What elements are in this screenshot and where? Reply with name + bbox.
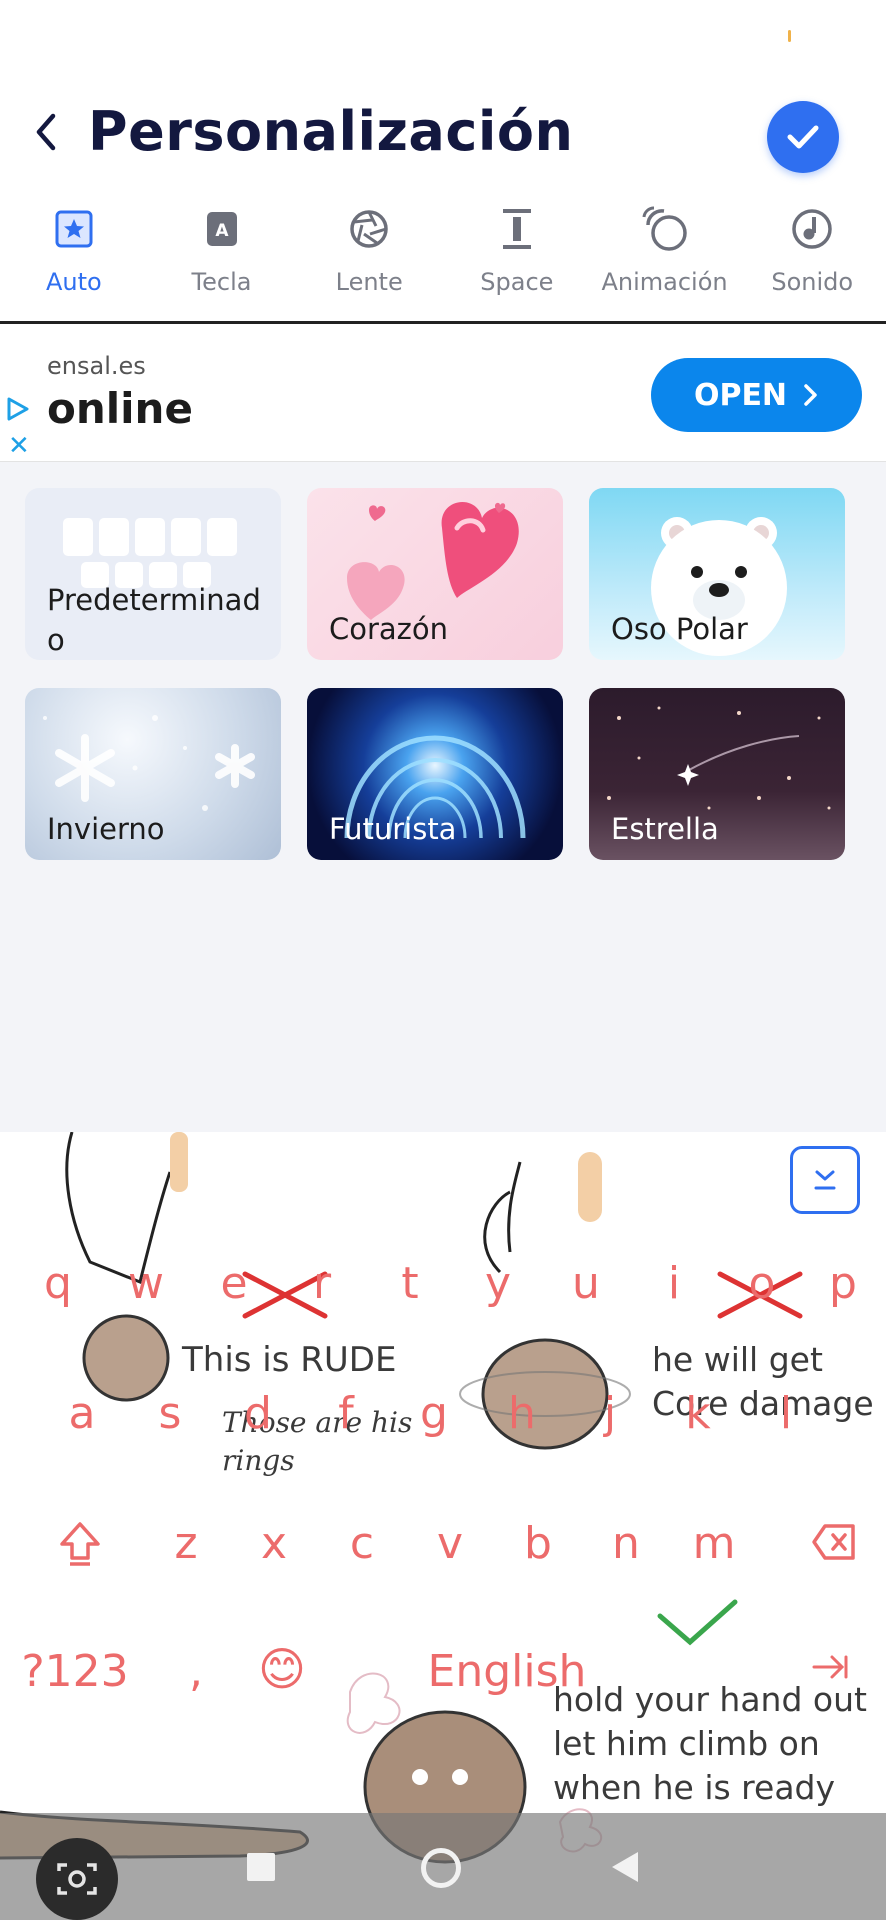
key-o[interactable]: o [732,1262,792,1306]
doodle-caption: This is RUDE [182,1340,397,1380]
enter-key[interactable] [800,1648,860,1692]
screenshot-button[interactable] [36,1838,118,1920]
key-r[interactable]: r [292,1262,352,1306]
theme-grid: Predeterminad o Corazón Oso Polar Invier… [0,462,886,1132]
theme-name: Predeterminad o [47,583,261,657]
key-p[interactable]: p [818,1262,868,1306]
tab-animacion[interactable]: Animación [591,196,739,321]
key-y[interactable]: y [468,1262,528,1306]
bubbles-icon [640,204,690,254]
key-h[interactable]: h [492,1392,552,1436]
key-q[interactable]: q [28,1262,88,1306]
ad-open-label: OPEN [693,377,788,413]
space-key[interactable]: English [400,1650,614,1694]
key-m[interactable]: m [684,1522,744,1566]
svg-text:A: A [215,221,229,241]
nav-back-button[interactable] [610,1850,640,1889]
key-t[interactable]: t [380,1262,440,1306]
tab-tecla[interactable]: A Tecla [148,196,296,321]
star-square-icon [49,204,99,254]
key-i[interactable]: i [644,1262,704,1306]
shift-icon [60,1522,100,1566]
theme-card-default[interactable]: Predeterminad o [25,488,281,660]
key-j[interactable]: j [580,1392,640,1436]
ad-title: online [47,384,193,433]
status-indicator [788,30,791,42]
tab-sonido[interactable]: Sonido [738,196,886,321]
theme-card-winter[interactable]: Invierno [25,688,281,860]
key-n[interactable]: n [596,1522,656,1566]
key-f[interactable]: f [316,1392,376,1436]
tab-label: Lente [335,268,403,296]
chevron-down-icon [814,1170,836,1190]
customization-tabs: Auto A Tecla Lente Space Animación Sonid… [0,196,886,324]
triangle-back-icon [612,1852,638,1882]
key-b[interactable]: b [508,1522,568,1566]
nav-home-button[interactable] [421,1848,461,1888]
key-a[interactable]: a [52,1392,112,1436]
nav-recents-button[interactable] [247,1853,275,1881]
confirm-button[interactable] [767,101,839,173]
key-letter-icon: A [197,204,247,254]
tab-label: Space [480,268,554,296]
theme-name: Invierno [47,812,165,846]
symbols-key[interactable]: ?123 [20,1650,130,1694]
header: Personalización [0,70,886,190]
close-icon[interactable]: ✕ [8,432,30,458]
ad-open-button[interactable]: OPEN [651,358,862,432]
key-v[interactable]: v [420,1522,480,1566]
backspace-key[interactable] [804,1522,864,1570]
collapse-keyboard-button[interactable] [790,1146,860,1214]
tab-label: Animación [601,268,728,296]
comma-key[interactable]: , [166,1650,226,1694]
theme-name: Estrella [611,812,719,846]
tab-label: Auto [45,268,102,296]
key-d[interactable]: d [228,1392,288,1436]
emoji-key[interactable]: 😊 [252,1646,312,1692]
ad-banner[interactable]: ✕ ensal.es online OPEN [0,326,886,462]
ad-choices-icon[interactable] [6,396,30,427]
theme-card-futuristic[interactable]: Futurista [307,688,563,860]
tab-space[interactable]: Space [443,196,591,321]
ad-domain: ensal.es [47,352,146,380]
tab-arrow-icon [812,1655,848,1679]
chevron-left-icon [36,113,56,151]
theme-card-star[interactable]: Estrella [589,688,845,860]
tab-auto[interactable]: Auto [0,196,148,321]
tab-label: Sonido [771,268,854,296]
key-g[interactable]: g [404,1392,464,1436]
chevron-right-icon [804,384,817,406]
camera-scan-icon [57,1863,97,1895]
shift-key[interactable] [50,1520,110,1576]
backspace-icon [812,1524,855,1560]
theme-name: Corazón [329,612,449,646]
key-w[interactable]: w [116,1262,176,1306]
key-u[interactable]: u [556,1262,616,1306]
tab-label: Tecla [191,268,252,296]
key-l[interactable]: l [756,1392,816,1436]
theme-name: Oso Polar [611,612,748,646]
key-c[interactable]: c [332,1522,392,1566]
theme-card-heart[interactable]: Corazón [307,488,563,660]
theme-card-polar-bear[interactable]: Oso Polar [589,488,845,660]
doodle-caption: hold your hand out let him climb on when… [553,1680,867,1807]
key-x[interactable]: x [244,1522,304,1566]
key-s[interactable]: s [140,1392,200,1436]
back-button[interactable] [24,110,68,154]
key-k[interactable]: k [668,1392,728,1436]
check-icon [787,125,819,149]
tab-lente[interactable]: Lente [295,196,443,321]
key-e[interactable]: e [204,1262,264,1306]
key-z[interactable]: z [156,1522,216,1566]
theme-name: Futurista [329,812,457,846]
page-title: Personalización [88,100,574,163]
space-cursor-icon [492,204,542,254]
music-note-icon [787,204,837,254]
aperture-icon [344,204,394,254]
keyboard-preview: This is RUDE Those are his rings he will… [0,1132,886,1920]
